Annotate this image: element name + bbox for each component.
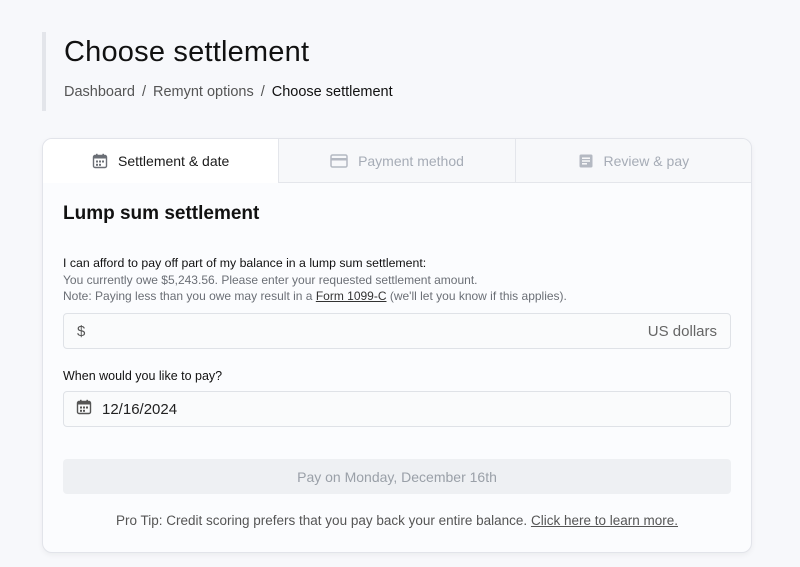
- tab-label: Payment method: [358, 152, 464, 169]
- breadcrumb-current: Choose settlement: [271, 84, 393, 100]
- settlement-card: Settlement & date Payment method Review …: [42, 138, 752, 553]
- tab-review-pay[interactable]: Review & pay: [514, 139, 751, 182]
- page-header: Choose settlement Dashboard / Remynt opt…: [42, 32, 393, 111]
- breadcrumb-dashboard[interactable]: Dashboard: [64, 84, 135, 100]
- calendar-icon: [92, 153, 108, 169]
- breadcrumb-separator: /: [260, 84, 265, 100]
- pro-tip-text: Pro Tip: Credit scoring prefers that you…: [115, 513, 528, 528]
- dollar-prefix: $: [77, 322, 86, 340]
- section-title: Lump sum settlement: [63, 203, 260, 224]
- amount-input[interactable]: [93, 322, 648, 340]
- tab-settlement-date[interactable]: Settlement & date: [43, 139, 279, 183]
- date-value[interactable]: 12/16/2024: [102, 401, 177, 418]
- note-text: Note: Paying less than you owe may resul…: [63, 288, 731, 304]
- currency-suffix: US dollars: [647, 322, 717, 340]
- pro-tip: Pro Tip: Credit scoring prefers that you…: [63, 513, 731, 528]
- amount-label: I can afford to pay off part of my balan…: [63, 256, 427, 270]
- breadcrumb-remynt-options[interactable]: Remynt options: [153, 84, 254, 100]
- tab-label: Review & pay: [603, 152, 690, 169]
- pay-button[interactable]: Pay on Monday, December 16th: [63, 459, 731, 494]
- note-suffix: (we'll let you know if this applies).: [389, 289, 567, 303]
- learn-more-link[interactable]: Click here to learn more.: [531, 513, 678, 528]
- page-title: Choose settlement: [64, 36, 310, 68]
- document-icon: [578, 153, 594, 169]
- form-content: Lump sum settlement I can afford to pay …: [43, 203, 751, 528]
- amount-field[interactable]: $ US dollars: [63, 313, 731, 349]
- date-field[interactable]: 12/16/2024: [63, 391, 731, 427]
- date-label: When would you like to pay?: [63, 369, 223, 383]
- tab-payment-method[interactable]: Payment method: [278, 139, 515, 182]
- owe-text: You currently owe $5,243.56. Please ente…: [63, 273, 478, 287]
- calendar-icon: [76, 399, 92, 419]
- breadcrumb: Dashboard / Remynt options / Choose sett…: [64, 84, 393, 100]
- credit-card-icon: [330, 153, 348, 168]
- note-prefix: Note: Paying less than you owe may resul…: [63, 289, 313, 303]
- amount-help: You currently owe $5,243.56. Please ente…: [63, 272, 731, 304]
- step-tabs: Settlement & date Payment method Review …: [43, 139, 751, 183]
- breadcrumb-separator: /: [141, 84, 146, 100]
- form-1099c-link[interactable]: Form 1099-C: [316, 289, 387, 303]
- tab-label: Settlement & date: [118, 152, 230, 169]
